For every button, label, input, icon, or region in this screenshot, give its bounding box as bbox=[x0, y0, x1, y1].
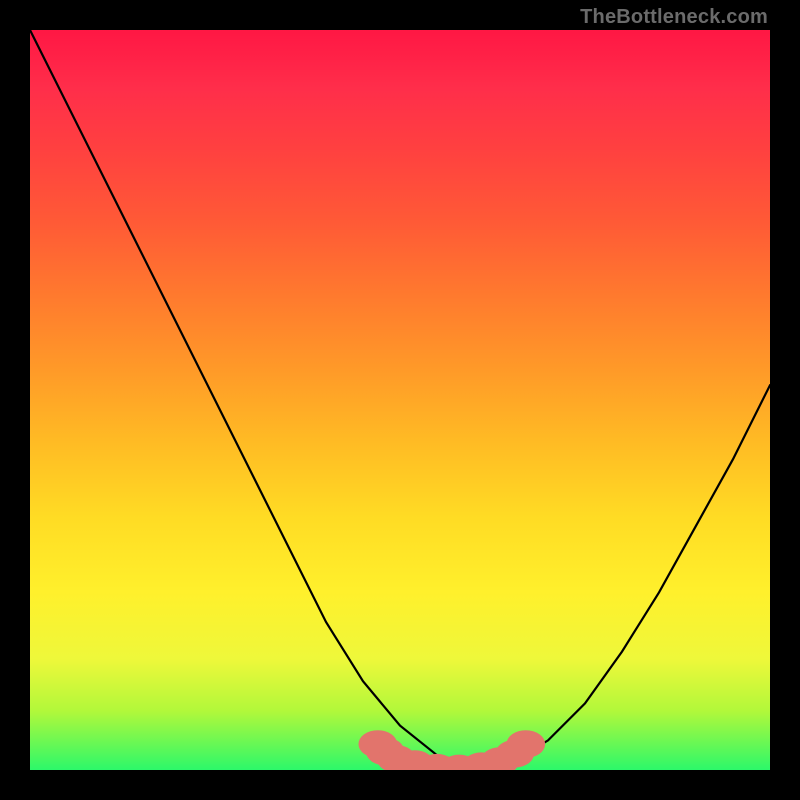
marker-point bbox=[506, 730, 545, 758]
curve-markers bbox=[358, 730, 545, 770]
curve-svg bbox=[30, 30, 770, 770]
bottleneck-curve bbox=[30, 30, 770, 770]
watermark-text: TheBottleneck.com bbox=[580, 6, 768, 29]
plot-area bbox=[30, 30, 770, 770]
chart-frame: TheBottleneck.com bbox=[0, 0, 800, 800]
